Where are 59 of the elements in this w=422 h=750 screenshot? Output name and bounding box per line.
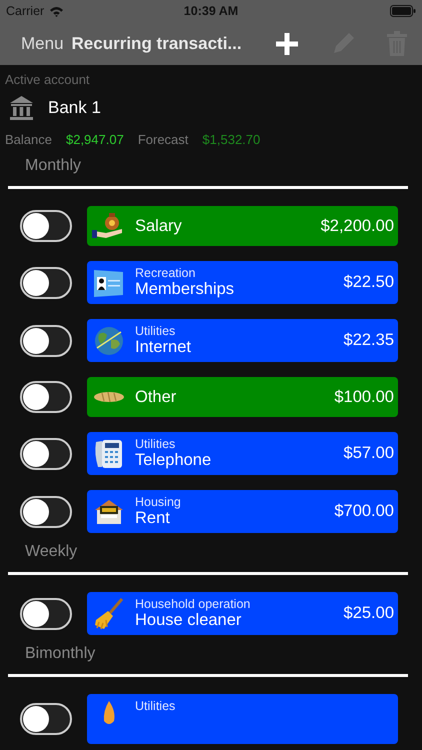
transaction-card[interactable]: Household operation House cleaner $25.00: [87, 592, 398, 635]
toggle-switch[interactable]: [20, 381, 72, 413]
category-label: Recreation: [135, 266, 196, 280]
forecast-label: Forecast: [138, 132, 188, 147]
category-label: Housing: [135, 495, 182, 509]
transaction-name: Salary: [135, 216, 183, 236]
toggle-switch[interactable]: [20, 703, 72, 735]
account-caption: Active account: [5, 72, 91, 87]
section-header: Weekly: [25, 543, 78, 560]
screen-title: Recurring transacti...: [72, 34, 243, 54]
transaction-name: Other: [135, 388, 178, 406]
battery-icon: [390, 5, 416, 17]
amount: $100.00: [334, 388, 394, 406]
transaction-card[interactable]: Salary $2,200.00: [87, 206, 398, 246]
transaction-name: Internet: [135, 338, 192, 357]
transaction-name: Telephone: [135, 451, 212, 470]
amount: $22.35: [344, 331, 394, 350]
amount: $57.00: [344, 444, 394, 463]
toggle-switch[interactable]: [20, 210, 72, 242]
transaction-card[interactable]: Other $100.00: [87, 377, 398, 417]
transaction-card[interactable]: Utilities: [87, 694, 398, 744]
amount: $22.50: [344, 273, 394, 292]
globe-icon: [94, 326, 124, 356]
transaction-card[interactable]: Recreation Memberships $22.50: [87, 261, 398, 304]
toggle-switch[interactable]: [20, 324, 72, 356]
balance-value: $2,947.07: [66, 132, 124, 147]
account-name: Bank 1: [48, 98, 101, 118]
toggle-switch[interactable]: [20, 598, 72, 630]
id-card-icon: [93, 268, 125, 298]
toggle-switch[interactable]: [20, 266, 72, 298]
clock: 10:39 AM: [184, 4, 238, 18]
category-label: Household operation: [135, 597, 252, 611]
transaction-card[interactable]: Housing Rent $700.00: [87, 490, 398, 533]
carrier-label: Carrier: [6, 4, 44, 18]
section-header: Monthly: [25, 157, 82, 174]
transaction-name: Memberships: [135, 280, 236, 299]
amount: $700.00: [334, 502, 394, 521]
toggle-switch[interactable]: [20, 438, 72, 470]
amount: $2,200.00: [320, 216, 394, 236]
forecast-value: $1,532.70: [202, 132, 260, 147]
toggle-switch[interactable]: [20, 496, 72, 528]
transaction-name: House cleaner: [135, 611, 242, 630]
section-header: Bimonthly: [25, 645, 96, 662]
bank-icon: [9, 95, 34, 120]
broom-icon: [94, 598, 124, 630]
amount: $25.00: [344, 604, 394, 623]
category-label: Utilities: [135, 437, 176, 451]
telephone-icon: [94, 438, 124, 470]
transaction-name: Rent: [135, 509, 171, 528]
category-label: Utilities: [135, 324, 176, 338]
category-label: Utilities: [135, 699, 176, 713]
balance-label: Balance: [5, 132, 52, 147]
transaction-card[interactable]: Utilities Telephone $57.00: [87, 432, 398, 475]
bread-icon: [93, 390, 125, 404]
wifi-icon: [49, 6, 64, 16]
house-icon: [94, 498, 124, 526]
add-icon: [274, 30, 300, 56]
menu-button[interactable]: Menu: [21, 34, 64, 54]
transaction-card[interactable]: Utilities Internet $22.35: [87, 319, 398, 362]
